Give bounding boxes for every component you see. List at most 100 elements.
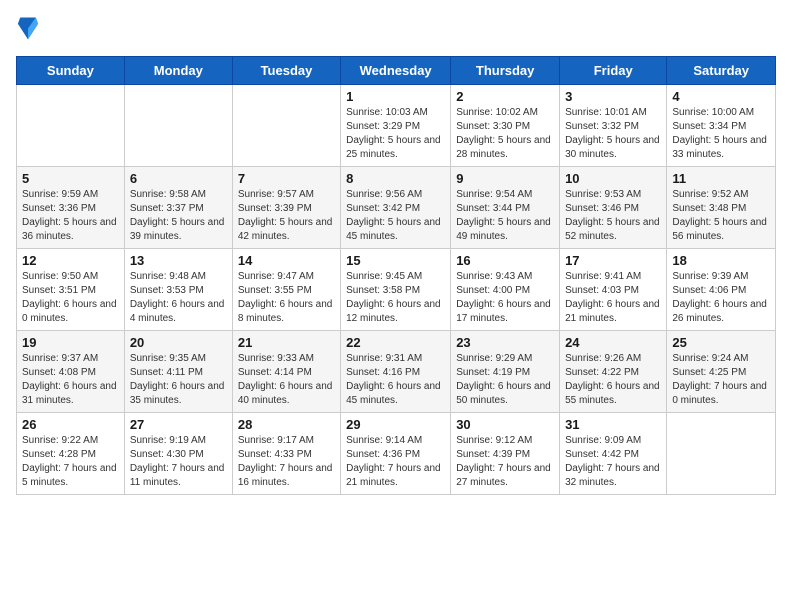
weekday-header-sunday: Sunday	[17, 57, 125, 85]
day-number: 10	[565, 171, 661, 186]
day-number: 22	[346, 335, 445, 350]
week-row-2: 5Sunrise: 9:59 AM Sunset: 3:36 PM Daylig…	[17, 167, 776, 249]
calendar-cell: 20 Sunrise: 9:35 AM Sunset: 4:11 PM Dayli…	[124, 331, 232, 413]
day-number: 7	[238, 171, 335, 186]
calendar-cell: 13 Sunrise: 9:48 AM Sunset: 3:53 PM Dayli…	[124, 249, 232, 331]
day-number: 16	[456, 253, 554, 268]
day-info: Sunrise: 9:24 AM Sunset: 4:25 PM Dayligh…	[672, 352, 770, 408]
calendar-cell	[17, 85, 125, 167]
day-info: Sunrise: 10:02 AM Sunset: 3:30 PM Daylig…	[456, 106, 554, 162]
day-number: 14	[238, 253, 335, 268]
day-info: Sunrise: 9:47 AM Sunset: 3:55 PM Dayligh…	[238, 270, 335, 326]
day-number: 9	[456, 171, 554, 186]
calendar-cell: 27 Sunrise: 9:19 AM Sunset: 4:30 PM Dayli…	[124, 413, 232, 495]
weekday-header-friday: Friday	[560, 57, 667, 85]
calendar-body: 1 Sunrise: 10:03 AM Sunset: 3:29 PM Dayli…	[17, 85, 776, 495]
day-number: 20	[130, 335, 227, 350]
day-info: Sunrise: 9:52 AM Sunset: 3:48 PM Dayligh…	[672, 188, 770, 244]
day-number: 4	[672, 89, 770, 104]
day-number: 8	[346, 171, 445, 186]
day-info: Sunrise: 9:41 AM Sunset: 4:03 PM Dayligh…	[565, 270, 661, 326]
week-row-1: 1 Sunrise: 10:03 AM Sunset: 3:29 PM Dayli…	[17, 85, 776, 167]
day-number: 21	[238, 335, 335, 350]
day-number: 18	[672, 253, 770, 268]
calendar-cell: 26 Sunrise: 9:22 AM Sunset: 4:28 PM Dayli…	[17, 413, 125, 495]
day-info: Sunrise: 10:00 AM Sunset: 3:34 PM Daylig…	[672, 106, 770, 162]
day-info: Sunrise: 9:31 AM Sunset: 4:16 PM Dayligh…	[346, 352, 445, 408]
calendar-cell: 17 Sunrise: 9:41 AM Sunset: 4:03 PM Dayli…	[560, 249, 667, 331]
calendar-cell: 10 Sunrise: 9:53 AM Sunset: 3:46 PM Dayli…	[560, 167, 667, 249]
calendar-cell: 4 Sunrise: 10:00 AM Sunset: 3:34 PM Dayli…	[667, 85, 776, 167]
calendar-cell: 9 Sunrise: 9:54 AM Sunset: 3:44 PM Daylig…	[451, 167, 560, 249]
day-info: Sunrise: 9:58 AM Sunset: 3:37 PM Dayligh…	[130, 188, 227, 244]
day-info: Sunrise: 9:26 AM Sunset: 4:22 PM Dayligh…	[565, 352, 661, 408]
day-number: 1	[346, 89, 445, 104]
logo	[16, 16, 44, 44]
day-info: Sunrise: 9:22 AM Sunset: 4:28 PM Dayligh…	[22, 434, 119, 490]
day-info: Sunrise: 9:45 AM Sunset: 3:58 PM Dayligh…	[346, 270, 445, 326]
day-info: Sunrise: 9:56 AM Sunset: 3:42 PM Dayligh…	[346, 188, 445, 244]
day-number: 28	[238, 417, 335, 432]
weekday-header-saturday: Saturday	[667, 57, 776, 85]
weekday-header-monday: Monday	[124, 57, 232, 85]
day-number: 12	[22, 253, 119, 268]
calendar-cell: 15 Sunrise: 9:45 AM Sunset: 3:58 PM Dayli…	[341, 249, 451, 331]
day-number: 19	[22, 335, 119, 350]
day-info: Sunrise: 9:53 AM Sunset: 3:46 PM Dayligh…	[565, 188, 661, 244]
day-info: Sunrise: 9:35 AM Sunset: 4:11 PM Dayligh…	[130, 352, 227, 408]
day-info: Sunrise: 9:50 AM Sunset: 3:51 PM Dayligh…	[22, 270, 119, 326]
day-number: 31	[565, 417, 661, 432]
day-number: 25	[672, 335, 770, 350]
calendar-cell: 18Sunrise: 9:39 AM Sunset: 4:06 PM Dayli…	[667, 249, 776, 331]
calendar: SundayMondayTuesdayWednesdayThursdayFrid…	[16, 56, 776, 495]
calendar-cell: 25 Sunrise: 9:24 AM Sunset: 4:25 PM Dayli…	[667, 331, 776, 413]
calendar-cell: 5Sunrise: 9:59 AM Sunset: 3:36 PM Daylig…	[17, 167, 125, 249]
day-number: 24	[565, 335, 661, 350]
logo-icon	[16, 16, 40, 44]
calendar-cell: 29Sunrise: 9:14 AM Sunset: 4:36 PM Dayli…	[341, 413, 451, 495]
calendar-cell	[667, 413, 776, 495]
calendar-cell: 7 Sunrise: 9:57 AM Sunset: 3:39 PM Daylig…	[232, 167, 340, 249]
calendar-cell: 28 Sunrise: 9:17 AM Sunset: 4:33 PM Dayli…	[232, 413, 340, 495]
day-number: 3	[565, 89, 661, 104]
day-number: 17	[565, 253, 661, 268]
calendar-cell: 8 Sunrise: 9:56 AM Sunset: 3:42 PM Daylig…	[341, 167, 451, 249]
page-header	[16, 16, 776, 44]
week-row-3: 12 Sunrise: 9:50 AM Sunset: 3:51 PM Dayli…	[17, 249, 776, 331]
calendar-cell: 16 Sunrise: 9:43 AM Sunset: 4:00 PM Dayli…	[451, 249, 560, 331]
calendar-cell: 30Sunrise: 9:12 AM Sunset: 4:39 PM Dayli…	[451, 413, 560, 495]
day-number: 30	[456, 417, 554, 432]
week-row-4: 19Sunrise: 9:37 AM Sunset: 4:08 PM Dayli…	[17, 331, 776, 413]
day-info: Sunrise: 9:54 AM Sunset: 3:44 PM Dayligh…	[456, 188, 554, 244]
calendar-cell: 3Sunrise: 10:01 AM Sunset: 3:32 PM Dayli…	[560, 85, 667, 167]
day-info: Sunrise: 9:57 AM Sunset: 3:39 PM Dayligh…	[238, 188, 335, 244]
calendar-cell: 12 Sunrise: 9:50 AM Sunset: 3:51 PM Dayli…	[17, 249, 125, 331]
week-row-5: 26 Sunrise: 9:22 AM Sunset: 4:28 PM Dayli…	[17, 413, 776, 495]
day-number: 27	[130, 417, 227, 432]
weekday-header-wednesday: Wednesday	[341, 57, 451, 85]
day-info: Sunrise: 9:17 AM Sunset: 4:33 PM Dayligh…	[238, 434, 335, 490]
calendar-cell: 6 Sunrise: 9:58 AM Sunset: 3:37 PM Daylig…	[124, 167, 232, 249]
weekday-header-row: SundayMondayTuesdayWednesdayThursdayFrid…	[17, 57, 776, 85]
day-number: 2	[456, 89, 554, 104]
weekday-header-tuesday: Tuesday	[232, 57, 340, 85]
calendar-cell: 24 Sunrise: 9:26 AM Sunset: 4:22 PM Dayli…	[560, 331, 667, 413]
day-info: Sunrise: 10:03 AM Sunset: 3:29 PM Daylig…	[346, 106, 445, 162]
day-info: Sunrise: 9:43 AM Sunset: 4:00 PM Dayligh…	[456, 270, 554, 326]
day-number: 15	[346, 253, 445, 268]
day-info: Sunrise: 9:19 AM Sunset: 4:30 PM Dayligh…	[130, 434, 227, 490]
day-info: Sunrise: 9:48 AM Sunset: 3:53 PM Dayligh…	[130, 270, 227, 326]
day-number: 13	[130, 253, 227, 268]
weekday-header-thursday: Thursday	[451, 57, 560, 85]
calendar-cell	[232, 85, 340, 167]
calendar-cell: 11Sunrise: 9:52 AM Sunset: 3:48 PM Dayli…	[667, 167, 776, 249]
day-info: Sunrise: 9:14 AM Sunset: 4:36 PM Dayligh…	[346, 434, 445, 490]
day-number: 26	[22, 417, 119, 432]
calendar-cell: 14 Sunrise: 9:47 AM Sunset: 3:55 PM Dayli…	[232, 249, 340, 331]
calendar-cell: 2 Sunrise: 10:02 AM Sunset: 3:30 PM Dayli…	[451, 85, 560, 167]
day-number: 6	[130, 171, 227, 186]
day-info: Sunrise: 9:59 AM Sunset: 3:36 PM Dayligh…	[22, 188, 119, 244]
calendar-cell: 1 Sunrise: 10:03 AM Sunset: 3:29 PM Dayli…	[341, 85, 451, 167]
calendar-cell: 22 Sunrise: 9:31 AM Sunset: 4:16 PM Dayli…	[341, 331, 451, 413]
day-info: Sunrise: 9:09 AM Sunset: 4:42 PM Dayligh…	[565, 434, 661, 490]
